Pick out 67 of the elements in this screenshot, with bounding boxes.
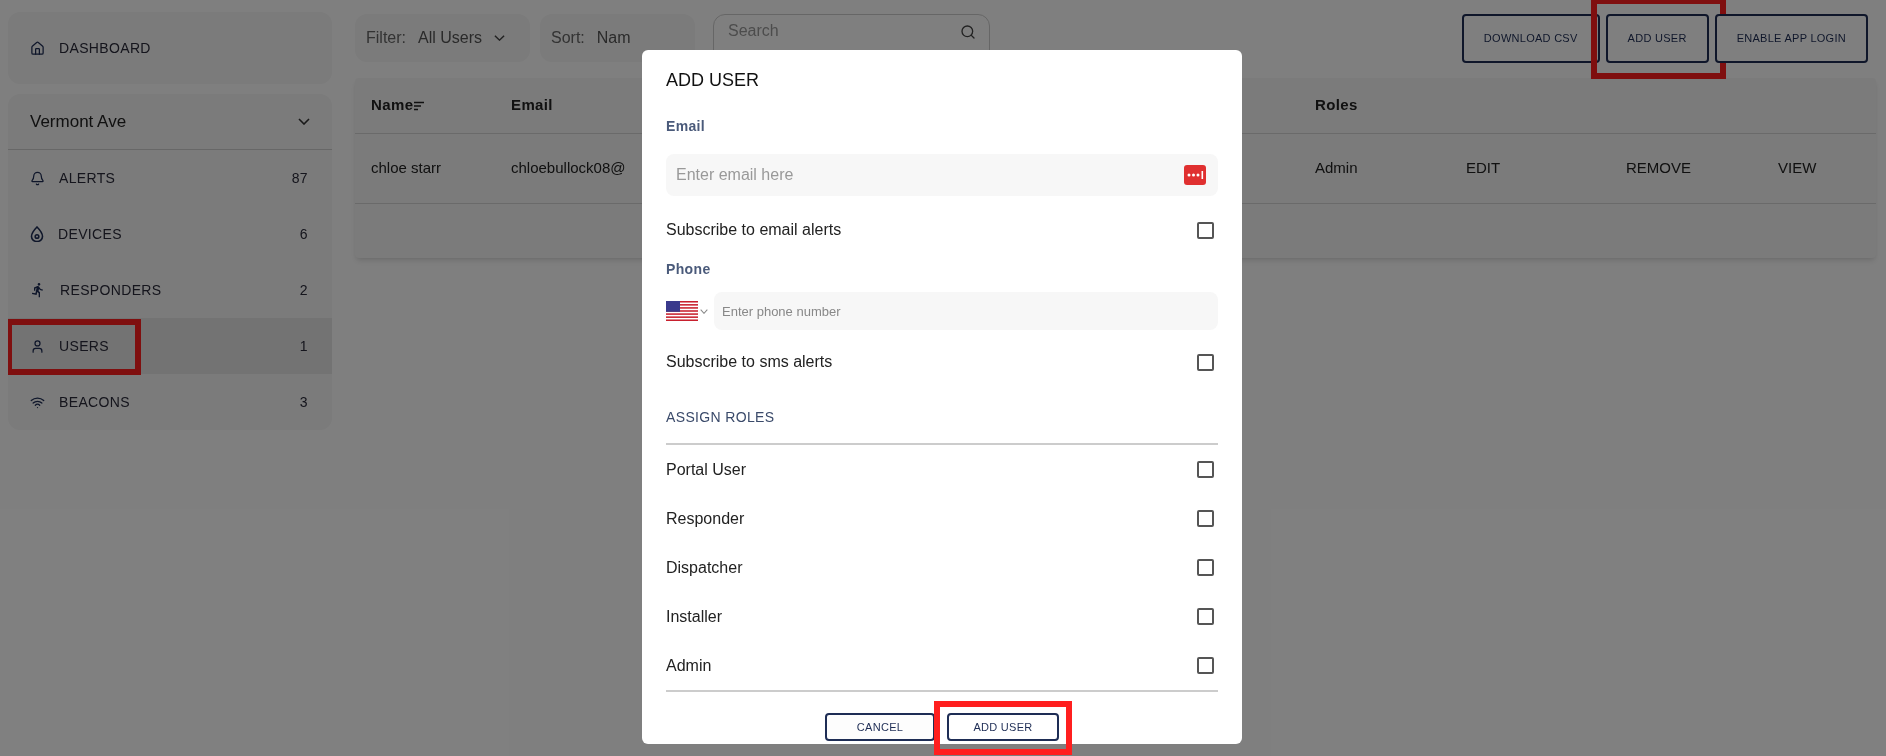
- toolbar-button[interactable]: ENABLE APP LOGIN: [1714, 13, 1868, 63]
- sidebar-label: ALERTS: [59, 168, 116, 188]
- sidebar-item[interactable]: DEVICES 6: [8, 206, 332, 262]
- item-count: 3: [299, 392, 309, 412]
- toolbar-button[interactable]: DOWNLOAD CSV: [1461, 13, 1600, 63]
- field-label: Phone: [666, 260, 711, 279]
- search-icon: [960, 24, 976, 40]
- sidebar-label: USERS: [59, 336, 109, 356]
- table-cell: Admin: [1315, 159, 1358, 177]
- password-dots-icon: [1184, 165, 1206, 185]
- checkbox[interactable]: [1197, 608, 1214, 625]
- sidebar-item[interactable]: RESPONDERS 2: [8, 262, 332, 318]
- role-label: Portal User: [666, 459, 747, 480]
- flag-icon: [666, 301, 698, 321]
- action-link[interactable]: EDIT: [1466, 159, 1501, 177]
- sort-dropdown[interactable]: Sort: Nam: [540, 14, 695, 62]
- column-header[interactable]: Name: [371, 94, 414, 117]
- item-count: 2: [299, 280, 309, 300]
- sidebar-item[interactable]: BEACONS 3: [8, 374, 332, 430]
- sidebar-label: DEVICES: [58, 224, 122, 244]
- chevron-icon: [494, 35, 505, 41]
- checkbox-label: Subscribe to email alerts: [666, 220, 842, 240]
- sort-icon: [413, 100, 426, 111]
- section-heading: ASSIGN ROLES: [666, 409, 775, 425]
- checkbox[interactable]: [1197, 657, 1214, 674]
- runner-icon: [30, 282, 46, 298]
- column-header: Roles: [1315, 96, 1358, 114]
- sidebar-label: BEACONS: [59, 392, 130, 412]
- item-count: 6: [299, 224, 309, 244]
- user-icon: [30, 338, 45, 354]
- table-cell: chloebullock08@: [511, 159, 626, 177]
- sidebar-label: RESPONDERS: [60, 280, 162, 300]
- action-link[interactable]: REMOVE: [1626, 159, 1691, 177]
- device-icon: [30, 226, 44, 242]
- role-label: Admin: [666, 655, 712, 676]
- checkbox[interactable]: [1197, 221, 1214, 239]
- role-label: Installer: [666, 606, 723, 627]
- email-field[interactable]: Enter email here: [666, 154, 1218, 196]
- toolbar-button[interactable]: ADD USER: [1605, 13, 1709, 63]
- phone-field[interactable]: Enter phone number: [714, 292, 1218, 330]
- field-label: Email: [666, 117, 706, 136]
- wifi-icon: [30, 394, 45, 410]
- chevron-icon: [298, 118, 310, 125]
- dashboard-link[interactable]: DASHBOARD: [8, 12, 332, 84]
- column-header: Email: [511, 96, 553, 114]
- filter-dropdown[interactable]: Filter: All Users: [355, 14, 530, 62]
- bell-icon: [30, 170, 45, 186]
- checkbox[interactable]: [1197, 353, 1214, 371]
- dialog-title: ADD USER: [666, 69, 760, 92]
- checkbox[interactable]: [1197, 510, 1214, 527]
- home-icon: [30, 40, 45, 56]
- table-cell: chloe starr: [371, 159, 442, 177]
- sidebar-item[interactable]: ALERTS 87: [8, 150, 332, 206]
- action-link[interactable]: VIEW: [1778, 159, 1817, 177]
- venue-selector[interactable]: Vermont Ave: [8, 94, 332, 150]
- checkbox-label: Subscribe to sms alerts: [666, 352, 833, 372]
- role-label: Responder: [666, 508, 745, 529]
- dialog-button[interactable]: CANCEL: [825, 713, 935, 741]
- item-count: 1: [299, 336, 309, 356]
- item-count: 87: [291, 168, 309, 188]
- checkbox[interactable]: [1197, 461, 1214, 478]
- checkbox[interactable]: [1197, 559, 1214, 576]
- sidebar-item[interactable]: USERS 1: [8, 318, 332, 374]
- chevron-icon: [700, 308, 708, 314]
- dialog-button[interactable]: ADD USER: [947, 713, 1059, 741]
- role-label: Dispatcher: [666, 557, 743, 578]
- country-selector[interactable]: [666, 301, 708, 321]
